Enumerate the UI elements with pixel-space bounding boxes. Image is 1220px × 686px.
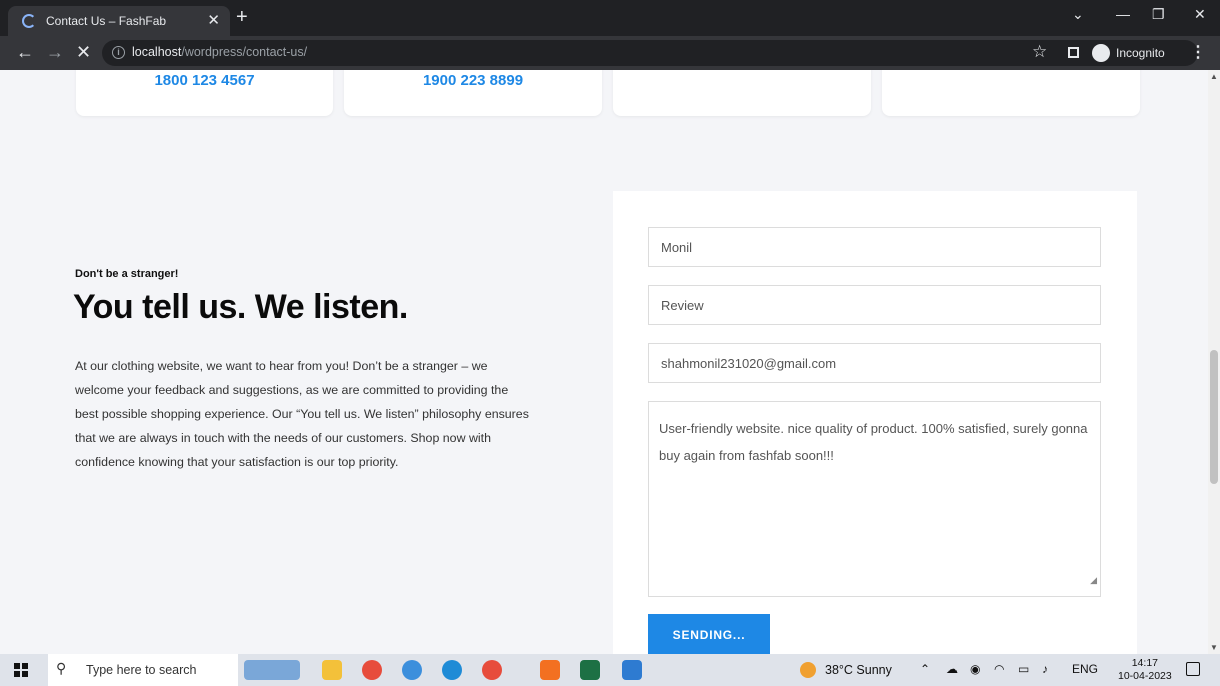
url-text[interactable]: localhost/wordpress/contact-us/ (132, 45, 307, 59)
minimize-button[interactable]: — (1116, 6, 1130, 22)
contact-card (882, 70, 1140, 116)
bookmark-star-icon[interactable]: ☆ (1032, 42, 1047, 62)
contact-card: 1800 123 4567 (76, 70, 333, 116)
contact-form: Monil Review shahmonil231020@gmail.com U… (613, 191, 1137, 654)
section-eyebrow: Don't be a stranger! (75, 268, 179, 280)
tab-close-icon[interactable]: ✕ (207, 11, 220, 29)
weather-text[interactable]: 38°C Sunny (825, 663, 892, 677)
page-scrollbar[interactable]: ▲ ▼ (1208, 70, 1220, 654)
wifi-icon[interactable]: ◠ (994, 662, 1004, 676)
search-placeholder: Type here to search (86, 663, 197, 677)
message-textarea[interactable]: User-friendly website. nice quality of p… (648, 401, 1101, 597)
new-tab-button[interactable]: + (236, 6, 248, 28)
loading-spinner-icon (22, 14, 36, 28)
close-window-button[interactable]: ✕ (1194, 6, 1206, 23)
stop-loading-button[interactable]: ✕ (76, 42, 91, 62)
notification-icon[interactable] (1186, 662, 1200, 676)
section-headline: You tell us. We listen. (73, 288, 408, 326)
chrome-tray-icon[interactable]: ◉ (970, 662, 980, 676)
edge-icon[interactable] (442, 660, 462, 680)
side-panel-icon[interactable] (1068, 47, 1079, 58)
volume-icon[interactable]: ♪ (1042, 662, 1048, 676)
browser-tab-active[interactable]: Contact Us – FashFab ✕ (8, 6, 230, 36)
language-indicator[interactable]: ENG (1072, 662, 1098, 676)
windows-start-icon[interactable] (14, 663, 28, 677)
message-text: User-friendly website. nice quality of p… (659, 421, 1088, 463)
taskbar-clock[interactable]: 14:17 10-04-2023 (1118, 657, 1172, 683)
onedrive-icon[interactable]: ☁ (946, 662, 958, 676)
address-bar[interactable]: i localhost/wordpress/contact-us/ ☆ Inco… (102, 40, 1198, 66)
name-field[interactable]: Monil (648, 227, 1101, 267)
scroll-down-arrow-icon[interactable]: ▼ (1210, 643, 1218, 652)
file-explorer-icon[interactable] (322, 660, 342, 680)
incognito-label[interactable]: Incognito (1116, 46, 1165, 60)
contact-phone[interactable]: 1800 123 4567 (76, 72, 333, 89)
incognito-icon[interactable] (1092, 44, 1110, 62)
contact-card: 1900 223 8899 (344, 70, 602, 116)
browser-toolbar: ← → ✕ i localhost/wordpress/contact-us/ … (0, 36, 1220, 70)
windows-taskbar: ⚲ Type here to search 38°C Sunny ⌃ ☁ ◉ ◠… (0, 654, 1220, 686)
news-widget-icon[interactable] (244, 660, 300, 680)
restore-button[interactable]: ❐ (1152, 6, 1165, 23)
page-viewport: 1800 123 4567 1900 223 8899 Don't be a s… (0, 70, 1208, 654)
excel-icon[interactable] (580, 660, 600, 680)
url-path: /wordpress/contact-us/ (181, 45, 308, 59)
battery-icon[interactable]: ▭ (1018, 662, 1029, 676)
clock-time: 14:17 (1131, 657, 1158, 669)
tab-title: Contact Us – FashFab (46, 14, 167, 28)
subject-field[interactable]: Review (648, 285, 1101, 325)
internet-explorer-icon[interactable] (402, 660, 422, 680)
contact-card (613, 70, 871, 116)
chrome-icon[interactable] (362, 660, 382, 680)
weather-sun-icon[interactable] (800, 662, 816, 678)
contact-phone[interactable]: 1900 223 8899 (344, 72, 602, 89)
taskbar-search[interactable]: ⚲ Type here to search (48, 654, 238, 686)
back-button[interactable]: ← (16, 42, 34, 62)
chrome-icon[interactable] (482, 660, 502, 680)
search-icon: ⚲ (56, 660, 67, 676)
xampp-icon[interactable] (540, 660, 560, 680)
scrollbar-thumb[interactable] (1210, 350, 1218, 484)
site-info-icon[interactable]: i (112, 46, 125, 59)
forward-button[interactable]: → (46, 42, 64, 62)
browser-tabbar: Contact Us – FashFab ✕ + ⌄ — ❐ ✕ (0, 0, 1220, 36)
section-paragraph: At our clothing website, we want to hear… (75, 359, 529, 469)
scroll-up-arrow-icon[interactable]: ▲ (1210, 72, 1218, 81)
tray-overflow-icon[interactable]: ⌃ (920, 662, 930, 676)
email-field[interactable]: shahmonil231020@gmail.com (648, 343, 1101, 383)
photos-icon[interactable] (622, 660, 642, 680)
tab-search-icon[interactable]: ⌄ (1072, 6, 1084, 23)
submit-button[interactable]: SENDING... (648, 614, 770, 654)
browser-menu-icon[interactable]: ⋮ (1190, 42, 1206, 62)
resize-grip-icon[interactable]: ◢ (1090, 567, 1097, 594)
url-host: localhost (132, 45, 182, 59)
clock-date: 10-04-2023 (1118, 670, 1172, 682)
